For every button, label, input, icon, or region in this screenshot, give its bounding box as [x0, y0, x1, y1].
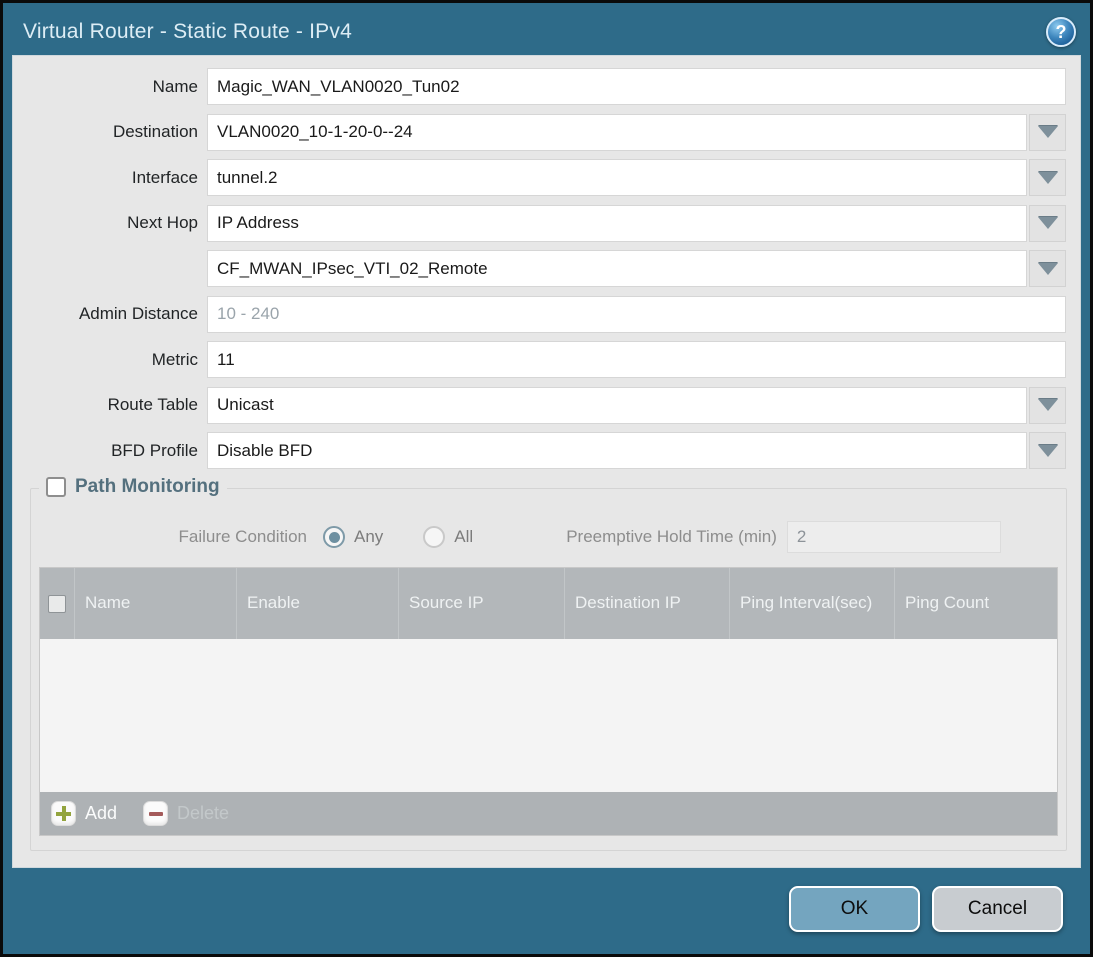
admin-distance-field-label: Admin Distance — [13, 304, 207, 324]
cancel-button[interactable]: Cancel — [932, 886, 1063, 932]
bfd-profile-field-label: BFD Profile — [13, 441, 207, 461]
chevron-down-icon — [1038, 445, 1058, 457]
interface-input[interactable] — [207, 159, 1027, 196]
dialog-titlebar: Virtual Router - Static Route - IPv4 ? — [3, 3, 1090, 55]
chevron-down-icon — [1038, 172, 1058, 184]
static-route-form: Name Destination Interface — [13, 68, 1080, 469]
next-hop-address-row — [13, 250, 1080, 287]
select-all-cell — [40, 568, 75, 639]
radio-dot — [329, 532, 340, 543]
column-header-destination-ip: Destination IP — [565, 568, 730, 639]
delete-button[interactable]: Delete — [143, 801, 229, 826]
chevron-down-icon — [1038, 217, 1058, 229]
interface-dropdown-button[interactable] — [1029, 159, 1066, 196]
interface-field-label: Interface — [13, 168, 207, 188]
admin-distance-input[interactable] — [207, 296, 1066, 333]
route-table-field-label: Route Table — [13, 395, 207, 415]
failure-condition-any-label: Any — [354, 527, 383, 547]
metric-input[interactable] — [207, 341, 1066, 378]
route-table-row: Route Table — [13, 387, 1080, 424]
help-icon[interactable]: ? — [1046, 17, 1076, 47]
path-monitoring-legend: Path Monitoring — [39, 476, 227, 498]
dialog-frame: Virtual Router - Static Route - IPv4 ? N… — [3, 3, 1090, 954]
failure-condition-any-radio[interactable] — [323, 526, 345, 548]
chevron-down-icon — [1038, 263, 1058, 275]
destination-dropdown-button[interactable] — [1029, 114, 1066, 151]
admin-distance-row: Admin Distance — [13, 296, 1080, 333]
add-button[interactable]: Add — [51, 801, 117, 826]
table-body-empty — [40, 639, 1057, 792]
destination-row: Destination — [13, 114, 1080, 151]
help-glyph: ? — [1056, 22, 1067, 43]
next-hop-type-input[interactable] — [207, 205, 1027, 242]
path-monitoring-group: Path Monitoring Failure Condition Any Al… — [30, 488, 1067, 851]
metric-row: Metric — [13, 341, 1080, 378]
next-hop-row: Next Hop — [13, 205, 1080, 242]
route-table-input[interactable] — [207, 387, 1027, 424]
chevron-down-icon — [1038, 126, 1058, 138]
next-hop-address-dropdown-button[interactable] — [1029, 250, 1066, 287]
bfd-profile-dropdown-button[interactable] — [1029, 432, 1066, 469]
preemptive-hold-time-label: Preemptive Hold Time (min) — [566, 527, 777, 547]
failure-condition-all-radio[interactable] — [423, 526, 445, 548]
next-hop-address-input[interactable] — [207, 250, 1027, 287]
metric-field-label: Metric — [13, 350, 207, 370]
column-header-name: Name — [75, 568, 237, 639]
column-header-ping-count: Ping Count — [895, 568, 1057, 639]
preemptive-hold-time-input[interactable] — [787, 521, 1001, 553]
path-monitoring-checkbox[interactable] — [46, 477, 66, 497]
path-monitoring-label: Path Monitoring — [75, 476, 220, 498]
plus-icon — [51, 801, 76, 826]
name-field-label: Name — [13, 77, 207, 97]
dialog-content: Name Destination Interface — [12, 55, 1081, 868]
path-monitoring-table: Name Enable Source IP Destination IP Pin… — [39, 567, 1058, 836]
next-hop-field-label: Next Hop — [13, 213, 207, 233]
bfd-profile-input[interactable] — [207, 432, 1027, 469]
interface-row: Interface — [13, 159, 1080, 196]
add-button-label: Add — [85, 803, 117, 824]
column-header-ping-interval: Ping Interval(sec) — [730, 568, 895, 639]
destination-field-label: Destination — [13, 122, 207, 142]
table-toolbar: Add Delete — [40, 792, 1057, 835]
next-hop-dropdown-button[interactable] — [1029, 205, 1066, 242]
failure-condition-row: Failure Condition Any All Preemptive Hol… — [31, 521, 1066, 553]
failure-condition-label: Failure Condition — [31, 527, 307, 547]
route-table-dropdown-button[interactable] — [1029, 387, 1066, 424]
dialog-title: Virtual Router - Static Route - IPv4 — [23, 20, 352, 44]
select-all-checkbox[interactable] — [48, 595, 66, 613]
destination-input[interactable] — [207, 114, 1027, 151]
name-input[interactable] — [207, 68, 1066, 105]
column-header-source-ip: Source IP — [399, 568, 565, 639]
minus-icon — [143, 801, 168, 826]
delete-button-label: Delete — [177, 803, 229, 824]
table-header: Name Enable Source IP Destination IP Pin… — [40, 568, 1057, 639]
failure-condition-all-label: All — [454, 527, 473, 547]
chevron-down-icon — [1038, 399, 1058, 411]
ok-button[interactable]: OK — [789, 886, 920, 932]
column-header-enable: Enable — [237, 568, 399, 639]
name-row: Name — [13, 68, 1080, 105]
bfd-profile-row: BFD Profile — [13, 432, 1080, 469]
